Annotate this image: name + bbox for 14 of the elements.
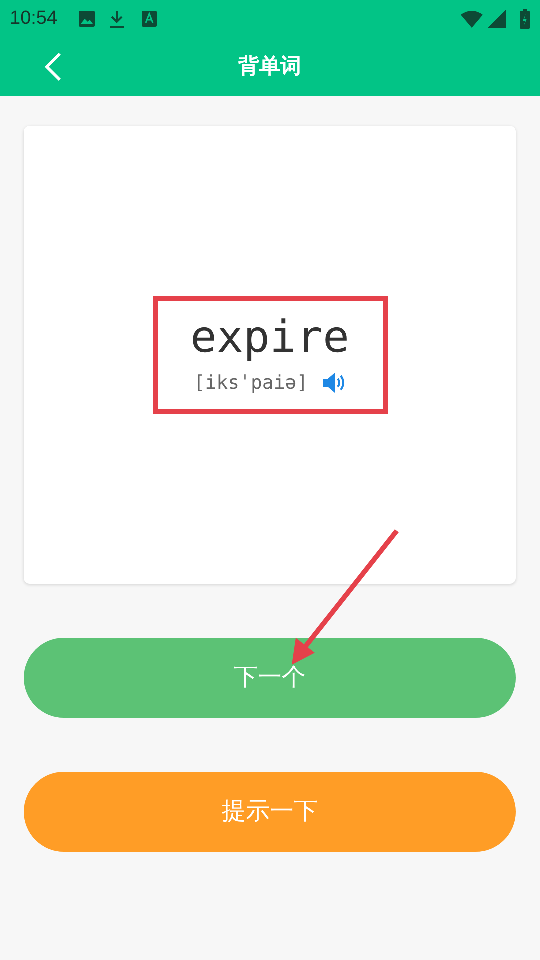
hint-button[interactable]: 提示一下 [24, 772, 516, 852]
back-icon [44, 52, 62, 82]
wifi-icon [461, 10, 483, 28]
screen-title: 背单词 [238, 54, 302, 80]
status-time: 10:54 [10, 6, 58, 31]
speaker-icon[interactable] [322, 372, 346, 394]
battery-icon [520, 9, 530, 29]
word-text: expire [190, 312, 350, 363]
font-icon [142, 11, 157, 27]
signal-icon [488, 10, 506, 28]
next-button[interactable]: 下一个 [24, 638, 516, 718]
image-icon [78, 10, 96, 28]
download-icon [108, 10, 125, 28]
phonetic-text: [iksˈpaiə] [194, 370, 308, 396]
